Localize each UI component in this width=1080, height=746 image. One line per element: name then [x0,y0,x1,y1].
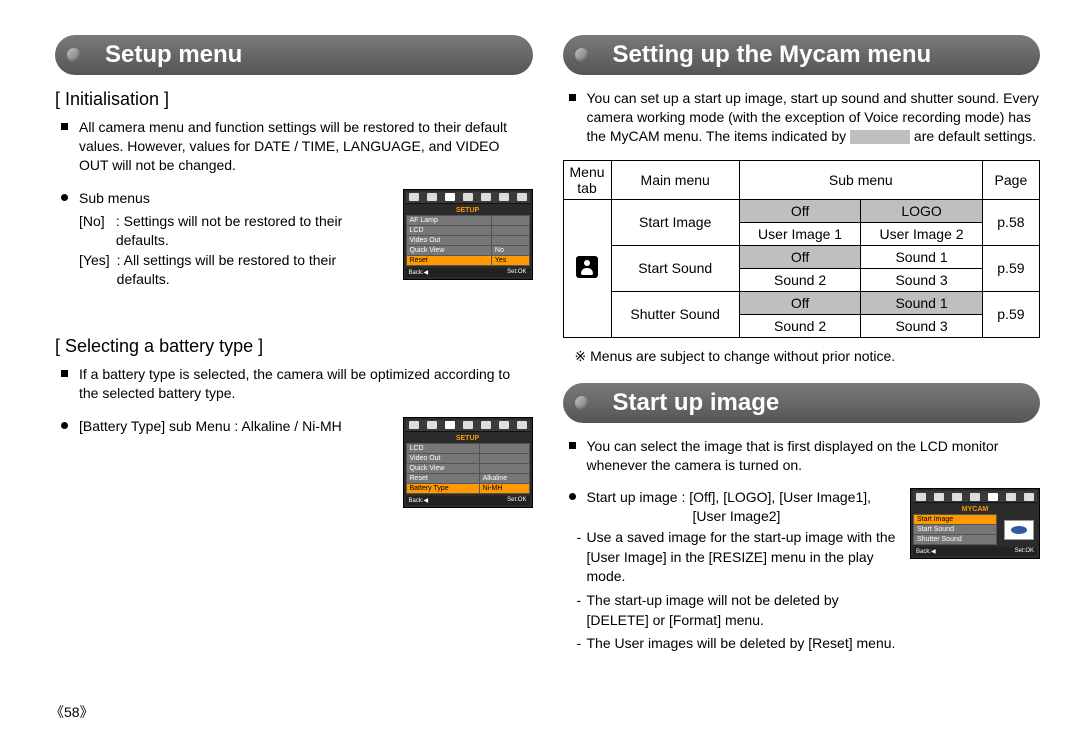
mycam-note: ※ Menus are subject to change without pr… [575,348,1041,365]
page-number: 《58》 [50,702,94,722]
default-swatch [850,130,910,144]
subhead-initialisation: [ Initialisation ] [55,89,533,110]
mycam-option-table: Menu tab Main menu Sub menu Page Start I… [563,160,1041,338]
mm-shutter-sound: Shutter Sound [611,291,739,337]
menu-tab-icon-cell [563,199,611,337]
th-menu-tab: Menu tab [563,160,611,199]
sub-menus-list: [No]: Settings will not be restored to t… [79,212,391,290]
heading-setup-menu: Setup menu [55,35,533,75]
mm-start-sound: Start Sound [611,245,739,291]
mycam-intro: You can set up a start up image, start u… [587,89,1041,146]
heading-start-up-image: Start up image [563,383,1041,423]
init-intro: All camera menu and function settings wi… [79,118,533,175]
lcd-screenshot-setup-battery: SETUP LCD Video Out Quick View ResetAlka… [403,417,533,508]
startimg-options: Start up image : [Off], [LOGO], [User Im… [587,488,897,526]
startimg-notes: -Use a saved image for the start-up imag… [587,528,897,654]
mm-start-image: Start Image [611,199,739,245]
person-icon [576,256,598,278]
th-page: Page [982,160,1039,199]
th-main-menu: Main menu [611,160,739,199]
subhead-battery-type: [ Selecting a battery type ] [55,336,533,357]
startimg-intro: You can select the image that is first d… [587,437,1041,475]
sub-menus-label: Sub menus [79,189,391,208]
heading-mycam-menu: Setting up the Mycam menu [563,35,1041,75]
battery-type-line: [Battery Type] sub Menu : Alkaline / Ni-… [79,417,391,436]
lcd-screenshot-setup-reset: SETUP AF Lamp LCD Video Out Quick ViewNo… [403,189,533,280]
battery-intro: If a battery type is selected, the camer… [79,365,533,403]
th-sub-menu: Sub menu [739,160,982,199]
mycam-preview-logo [1004,520,1034,540]
lcd-screenshot-mycam: MYCAM Start Image Start Sound Shutter So… [910,488,1040,559]
